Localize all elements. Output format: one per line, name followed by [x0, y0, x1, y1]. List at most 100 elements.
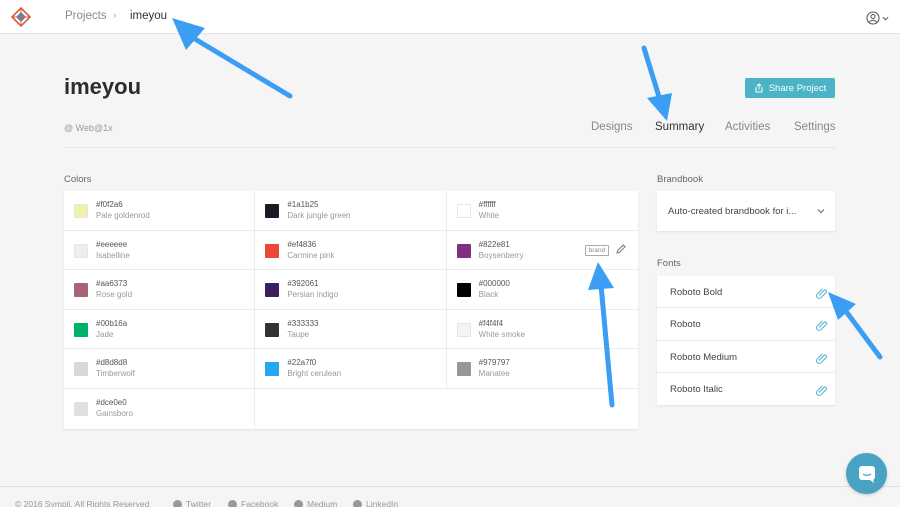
color-cell[interactable]: #392061 Persian indigo	[255, 270, 447, 310]
user-menu[interactable]	[866, 9, 894, 27]
footer-link-label: LinkedIn	[366, 499, 399, 507]
color-hex: #333333	[287, 318, 319, 328]
color-cell[interactable]: #dce0e0 Gainsboro	[64, 388, 256, 429]
font-row[interactable]: Roboto Italic	[657, 373, 835, 405]
color-cell[interactable]: #d8d8d8 Timberwolf	[64, 349, 256, 389]
color-cell[interactable]: #1a1b25 Dark jungle green	[255, 191, 447, 231]
facebook-icon	[228, 499, 237, 507]
color-swatch	[456, 204, 471, 218]
color-swatch	[265, 362, 280, 377]
color-swatch	[74, 283, 88, 298]
font-row[interactable]: Roboto Bold	[657, 276, 835, 309]
color-hex: #d8d8d8	[96, 358, 128, 368]
color-swatch	[265, 243, 280, 258]
color-name: White smoke	[478, 329, 525, 339]
color-swatch	[456, 283, 471, 298]
brandbook-section-label: Brandbook	[657, 174, 703, 185]
color-swatch	[74, 204, 88, 218]
color-cell[interactable]: #979797 Manatee	[446, 349, 638, 389]
font-row[interactable]: Roboto Medium	[657, 341, 835, 373]
font-row[interactable]: Roboto	[657, 308, 835, 341]
empty-color-cell	[255, 389, 638, 429]
twitter-icon	[173, 499, 182, 507]
color-swatch	[265, 204, 280, 218]
color-hex: #00b16a	[96, 318, 128, 328]
share-project-button[interactable]: Share Project	[745, 78, 835, 98]
tab-activities[interactable]: Activities	[725, 121, 770, 133]
color-swatch	[74, 322, 88, 337]
footer-link-twitter[interactable]: Twitter	[173, 499, 211, 507]
color-cell[interactable]: #ef4836 Carmine pink	[255, 230, 447, 271]
color-cell[interactable]: #000000 Black	[446, 270, 638, 310]
color-hex: #f0f2a6	[96, 200, 123, 209]
chat-icon	[858, 465, 875, 483]
color-cell[interactable]: #333333 Taupe	[255, 309, 447, 350]
tab-settings[interactable]: Settings	[794, 121, 836, 133]
color-name: Taupe	[287, 329, 310, 339]
color-hex: #ef4836	[287, 239, 317, 249]
color-hex: #aa6373	[96, 279, 128, 289]
pencil-icon[interactable]	[615, 243, 627, 255]
chevron-down-icon	[882, 16, 889, 21]
color-swatch	[74, 243, 88, 258]
font-name: Roboto Bold	[670, 287, 723, 298]
share-icon	[755, 83, 763, 93]
page-title: imeyou	[64, 74, 142, 99]
color-cell[interactable]: #f4f4f4 White smoke	[446, 310, 638, 350]
paperclip-icon[interactable]	[816, 319, 828, 332]
chat-launcher-button[interactable]	[846, 453, 887, 494]
font-name: Roboto Medium	[670, 351, 738, 363]
chevron-down-icon	[817, 209, 825, 214]
color-cell[interactable]: #00b16a Jade	[64, 309, 256, 350]
color-cell[interactable]: #eeeeee Isabelline	[64, 230, 256, 271]
color-name: Bright cerulean	[287, 369, 342, 379]
color-name: Manatee	[478, 369, 510, 379]
color-cell[interactable]: #f0f2a6 Pale goldenrod	[64, 191, 256, 231]
color-name: Rose gold	[96, 290, 133, 300]
color-name: Boysenberry	[478, 250, 524, 260]
brandbook-select[interactable]: Auto-created brandbook for i...	[657, 191, 835, 231]
footer-link-label: Facebook	[241, 499, 279, 507]
paperclip-icon[interactable]	[816, 287, 828, 299]
top-bar: Projects › imeyou	[0, 0, 900, 34]
brand-badge: brand	[584, 244, 610, 256]
project-tabs: Designs Summary Activities Settings	[0, 121, 900, 137]
footer-link-facebook[interactable]: Facebook	[228, 499, 278, 507]
color-hex: #22a7f0	[287, 358, 317, 368]
footer-link-linkedin[interactable]: LinkedIn	[353, 499, 398, 507]
color-swatch	[456, 243, 471, 258]
color-name: White	[478, 211, 500, 220]
footer-copyright: © 2016 Sympli. All Rights Reserved	[15, 499, 150, 507]
color-hex: #000000	[478, 279, 510, 289]
footer-link-medium[interactable]: Medium	[294, 499, 337, 507]
tab-summary[interactable]: Summary	[655, 121, 704, 133]
font-name: Roboto Italic	[670, 383, 723, 395]
paperclip-icon[interactable]	[816, 352, 828, 364]
paperclip-icon[interactable]	[816, 384, 828, 396]
breadcrumb-projects-link[interactable]: Projects	[65, 10, 107, 22]
share-project-label: Share Project	[768, 82, 827, 94]
sympli-logo-icon[interactable]	[11, 7, 31, 27]
header-divider	[64, 147, 835, 148]
tab-designs[interactable]: Designs	[591, 121, 633, 133]
fonts-list: Roboto Bold Roboto Roboto Medium Roboto …	[657, 276, 835, 405]
color-cell[interactable]: #aa6373 Rose gold	[64, 270, 256, 310]
color-name: Timberwolf	[96, 369, 135, 379]
medium-icon	[294, 499, 303, 507]
color-swatch	[74, 401, 88, 416]
fonts-section-label: Fonts	[657, 258, 681, 269]
color-cell[interactable]: #822e81 Boysenberry brand	[446, 231, 638, 271]
font-name: Roboto	[670, 319, 701, 331]
color-hex: #979797	[478, 358, 510, 368]
color-hex: #392061	[287, 279, 319, 289]
arrow-to-summary-tab-icon	[641, 45, 672, 121]
color-hex: #f4f4f4	[478, 318, 504, 328]
color-cell[interactable]: #22a7f0 Bright cerulean	[255, 349, 447, 389]
color-name: Gainsboro	[96, 408, 133, 418]
color-hex: #eeeeee	[96, 239, 128, 249]
color-swatch	[265, 322, 280, 337]
colors-grid: #f0f2a6 Pale goldenrod #1a1b25 Dark jungle…	[64, 191, 638, 429]
color-name: Jade	[96, 329, 114, 339]
color-cell[interactable]: #ffffff White	[446, 191, 638, 231]
color-name: Isabelline	[96, 250, 130, 260]
